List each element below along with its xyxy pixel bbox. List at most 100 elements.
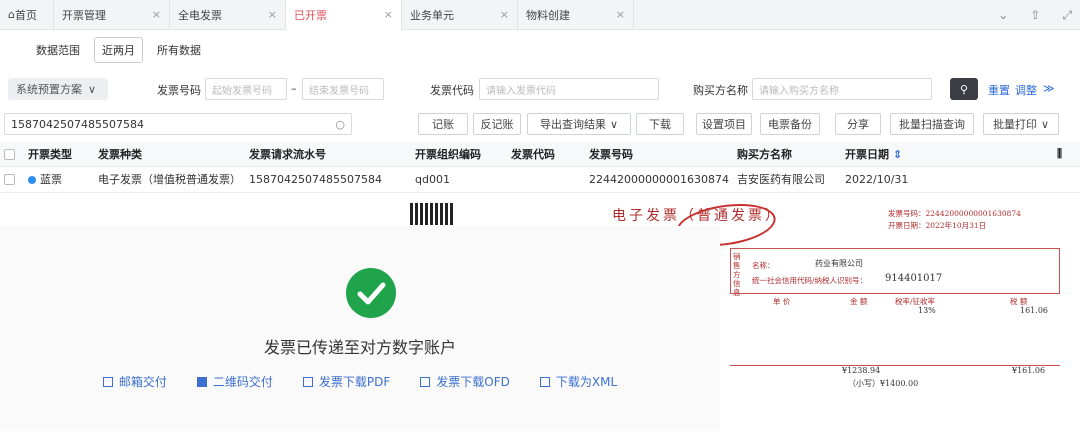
tab-invoice-management[interactable]: 开票管理 ×: [54, 0, 170, 30]
batch-scan-button[interactable]: 批量扫描查询: [890, 113, 974, 135]
tab-home[interactable]: ⌂ 首页: [0, 0, 54, 30]
reverse-bookkeep-button[interactable]: 反记账: [473, 113, 521, 135]
delivery-actions: 邮箱交付 二维码交付 发票下载PDF 发票下载OFD 下载为XML: [0, 373, 720, 390]
seller-name-label: 名称：: [752, 261, 775, 270]
rate-value: 13%: [918, 306, 936, 315]
blue-invoice-dot: [28, 176, 36, 184]
col-amount: 金 额: [850, 297, 868, 306]
tab-issued[interactable]: 已开票 ×: [286, 0, 402, 30]
invoice-table: 开票类型 发票种类 发票请求流水号 开票组织编码 发票代码 发票号码 购买方名称…: [0, 142, 1080, 193]
cell-org: qd001: [411, 166, 507, 193]
download-ofd-link[interactable]: 发票下载OFD: [420, 373, 510, 390]
chevron-down-icon: ∨: [1040, 117, 1050, 131]
data-range-label: 数据范围: [36, 44, 80, 57]
col-type[interactable]: 开票类型: [24, 142, 94, 167]
data-range: 数据范围 近两月 所有数据: [36, 37, 201, 63]
pin-icon[interactable]: ⇧: [1030, 8, 1040, 22]
export-results-button[interactable]: 导出查询结果 ∨: [527, 113, 631, 135]
collapse-icon[interactable]: ≫: [1043, 82, 1055, 95]
share-button[interactable]: 分享: [835, 113, 881, 135]
chevron-down-icon: ∨: [609, 117, 619, 131]
qrcode-delivery-link[interactable]: 二维码交付: [196, 373, 273, 390]
total-amount: ¥1238.94: [842, 366, 881, 375]
settings-button[interactable]: 设置项目: [696, 113, 752, 135]
col-number[interactable]: 发票号码: [585, 142, 733, 167]
mail-icon: [102, 376, 113, 387]
col-date[interactable]: 开票日期 ⇕: [841, 142, 941, 167]
grand-total: （小写）¥1400.00: [848, 379, 919, 388]
cell-number: 22442000000001630874: [585, 166, 733, 193]
seller-tax-value: 914401017: [885, 273, 943, 284]
col-kind[interactable]: 发票种类: [94, 142, 245, 167]
cell-type: 蓝票: [24, 166, 94, 193]
delivery-success-panel: 发票已传递至对方数字账户 邮箱交付 二维码交付 发票下载PDF 发票下载OFD …: [0, 226, 720, 431]
search-input[interactable]: 1587042507485507584 ○: [4, 113, 352, 135]
invoice-number-label: 发票号码: [157, 84, 201, 97]
bookkeep-button[interactable]: 记账: [418, 113, 468, 135]
invoice-title: 电子发票（普通发票）: [612, 208, 782, 224]
invoice-preview: [720, 198, 1080, 437]
buyer-name-input[interactable]: 请输入购买方名称: [752, 78, 932, 100]
close-icon[interactable]: ×: [146, 8, 161, 21]
chevron-down-icon: ∨: [88, 82, 97, 96]
close-icon[interactable]: ×: [378, 8, 393, 21]
total-tax: ¥161.06: [1012, 366, 1046, 375]
range-two-months[interactable]: 近两月: [94, 37, 143, 63]
tab-bar-tools: ⌄ ⇧ ⤢: [998, 0, 1072, 30]
invoice-meta: 发票号码：22442000000001630874 开票日期：2022年10月31…: [888, 208, 1021, 232]
invoice-date-line: 开票日期：2022年10月31日: [888, 221, 987, 230]
adjust-link[interactable]: 调整: [1015, 82, 1037, 98]
chevron-down-icon[interactable]: ⌄: [998, 8, 1008, 22]
search-button[interactable]: ⚲: [950, 78, 978, 100]
range-all-data[interactable]: 所有数据: [157, 42, 201, 58]
buyer-name-label: 购买方名称: [693, 84, 748, 97]
email-delivery-link[interactable]: 邮箱交付: [102, 373, 167, 390]
e-invoice-backup-button[interactable]: 电票备份: [760, 113, 820, 135]
col-unit-price: 单 价: [773, 297, 791, 306]
col-serial[interactable]: 发票请求流水号: [245, 142, 411, 167]
seller-box: [730, 248, 1060, 294]
table-header: 开票类型 发票种类 发票请求流水号 开票组织编码 发票代码 发票号码 购买方名称…: [0, 142, 1080, 167]
close-icon[interactable]: ×: [610, 8, 625, 21]
qrcode-icon: [196, 376, 207, 387]
expand-icon[interactable]: ⤢: [1062, 8, 1072, 23]
batch-print-button[interactable]: 批量打印 ∨: [983, 113, 1059, 135]
col-buyer[interactable]: 购买方名称: [733, 142, 841, 167]
tax-value: 161.06: [1020, 306, 1048, 315]
tab-business-unit[interactable]: 业务单元 ×: [402, 0, 518, 30]
invoice-number-line: 发票号码：22442000000001630874: [888, 209, 1021, 218]
col-code[interactable]: 发票代码: [507, 142, 585, 167]
success-check-icon: [346, 268, 396, 318]
search-icon: ⚲: [959, 82, 969, 96]
tab-material-create[interactable]: 物料创建 ×: [518, 0, 634, 30]
close-icon[interactable]: ×: [494, 8, 509, 21]
seller-side-label: 销售方信息: [733, 252, 741, 297]
start-invoice-number-input[interactable]: 起始发票号码: [205, 78, 287, 100]
pdf-icon: [302, 376, 313, 387]
cell-date: 2022/10/31: [841, 166, 941, 193]
xml-icon: [539, 376, 550, 387]
download-xml-link[interactable]: 下载为XML: [539, 373, 617, 390]
close-icon[interactable]: ×: [262, 8, 277, 21]
column-settings-icon[interactable]: ⫼: [941, 142, 1080, 167]
row-checkbox[interactable]: [0, 166, 24, 193]
select-all-checkbox[interactable]: [0, 142, 24, 167]
success-message: 发票已传递至对方数字账户: [263, 338, 456, 357]
qr-code-icon: [410, 203, 454, 225]
sort-icon[interactable]: ⇕: [893, 148, 902, 161]
cell-kind: 电子发票（增值税普通发票）: [94, 166, 245, 193]
scheme-select[interactable]: 系统预置方案 ∨: [8, 78, 108, 100]
filter-bar: 系统预置方案 ∨ 发票号码 起始发票号码 – 结束发票号码 发票代码 请输入发票代…: [0, 78, 1080, 100]
reset-link[interactable]: 重置: [988, 82, 1010, 98]
end-invoice-number-input[interactable]: 结束发票号码: [302, 78, 384, 100]
col-org[interactable]: 开票组织编码: [411, 142, 507, 167]
tab-full-electronic[interactable]: 全电发票 ×: [170, 0, 286, 30]
table-row[interactable]: 蓝票 电子发票（增值税普通发票） 1587042507485507584 qd0…: [0, 166, 1080, 193]
home-icon: ⌂: [8, 8, 15, 21]
download-button[interactable]: 下载: [636, 113, 684, 135]
download-pdf-link[interactable]: 发票下载PDF: [302, 373, 390, 390]
invoice-code-input[interactable]: 请输入发票代码: [479, 78, 659, 100]
cell-serial: 1587042507485507584: [245, 166, 411, 193]
range-dash: –: [291, 82, 297, 95]
cell-buyer: 吉安医药有限公司: [733, 166, 841, 193]
